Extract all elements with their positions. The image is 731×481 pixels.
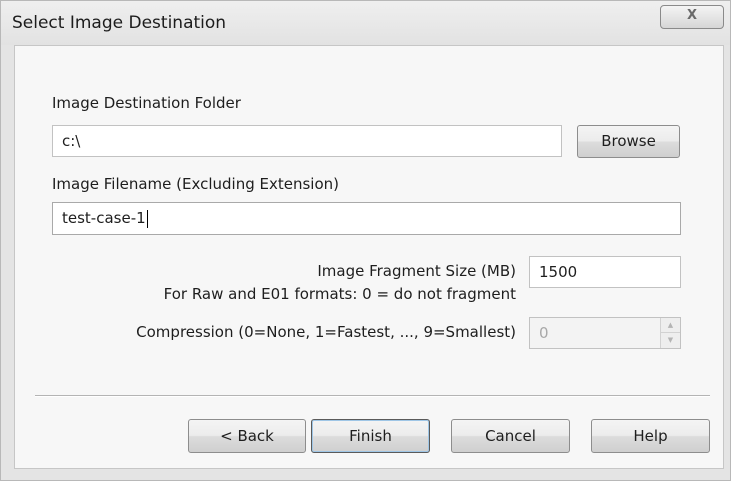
filename-label: Image Filename (Excluding Extension) <box>52 175 339 193</box>
dialog-window: Select Image Destination X Image Destina… <box>0 0 731 481</box>
compression-label: Compression (0=None, 1=Fastest, ..., 9=S… <box>136 323 516 341</box>
title-bar[interactable]: Select Image Destination X <box>1 1 730 45</box>
filename-value: test-case-1 <box>62 209 146 227</box>
separator <box>35 395 710 397</box>
fragment-size-note: For Raw and E01 formats: 0 = do not frag… <box>163 285 516 303</box>
window-frame-edge <box>724 45 730 469</box>
close-button[interactable]: X <box>660 5 724 29</box>
spin-up-icon[interactable]: ▲ <box>661 318 680 332</box>
browse-button[interactable]: Browse <box>577 125 680 158</box>
close-icon: X <box>686 8 698 23</box>
dialog-body: Image Destination Folder c:\ Browse Imag… <box>14 45 724 469</box>
spin-down-icon[interactable]: ▼ <box>661 332 680 347</box>
browse-button-label: Browse <box>601 132 656 150</box>
help-button[interactable]: Help <box>591 419 710 453</box>
cancel-button-label: Cancel <box>485 427 536 445</box>
fragment-size-value: 1500 <box>539 263 578 281</box>
compression-spinner[interactable]: ▲ ▼ <box>660 318 680 348</box>
finish-button[interactable]: Finish <box>311 419 430 453</box>
window-title: Select Image Destination <box>12 13 227 33</box>
fragment-size-input[interactable]: 1500 <box>529 256 681 288</box>
destination-folder-value: c:\ <box>62 132 81 150</box>
back-button[interactable]: < Back <box>188 419 306 453</box>
help-button-label: Help <box>633 427 668 445</box>
back-button-label: < Back <box>220 427 274 445</box>
cancel-button[interactable]: Cancel <box>451 419 570 453</box>
destination-folder-input[interactable]: c:\ <box>52 125 562 157</box>
compression-value: 0 <box>539 324 549 342</box>
finish-button-label: Finish <box>349 427 392 445</box>
fragment-size-label: Image Fragment Size (MB) <box>317 262 516 280</box>
filename-input[interactable]: test-case-1 <box>52 202 681 235</box>
destination-folder-label: Image Destination Folder <box>52 94 241 112</box>
compression-input[interactable]: 0 ▲ ▼ <box>529 317 681 349</box>
text-caret <box>146 209 148 228</box>
